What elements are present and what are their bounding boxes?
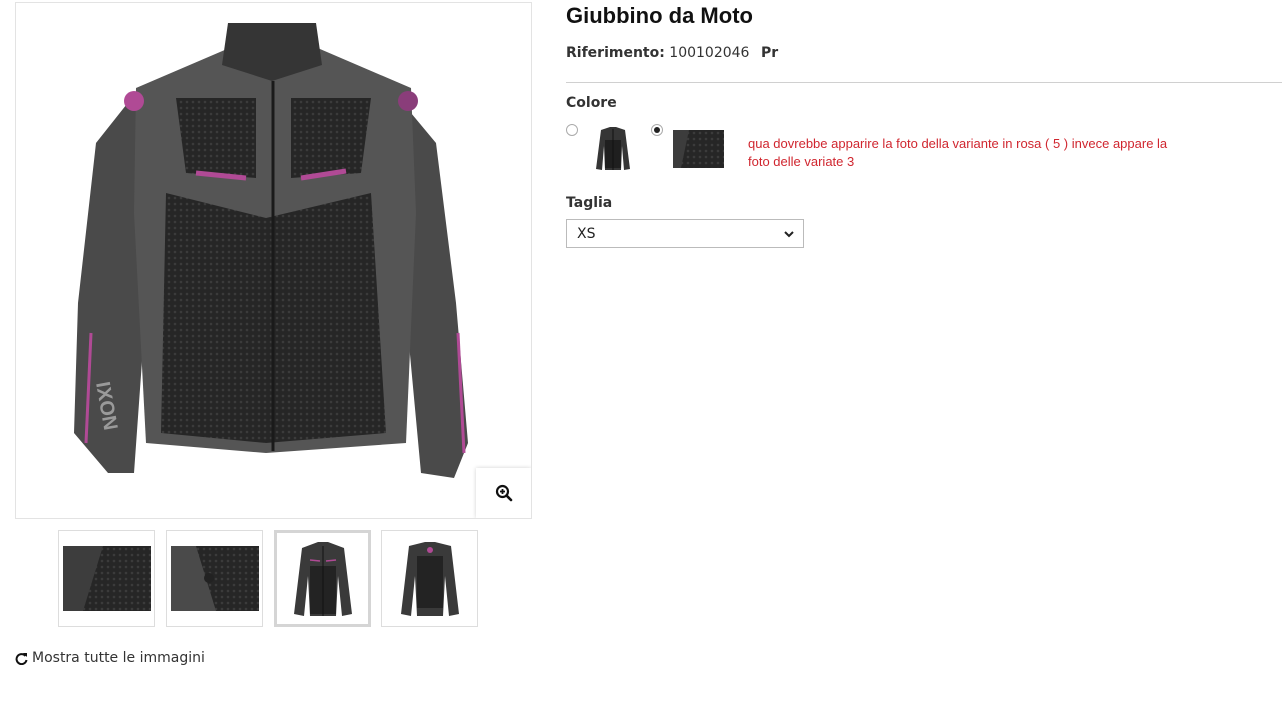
divider bbox=[566, 82, 1282, 83]
reference-value: 100102046 bbox=[669, 45, 750, 61]
refresh-icon bbox=[15, 652, 28, 665]
thumbnail-pocket-detail[interactable] bbox=[166, 530, 263, 627]
zoom-in-icon bbox=[495, 484, 512, 502]
size-select-value: XS bbox=[577, 225, 596, 242]
color-radio-2[interactable] bbox=[651, 124, 663, 136]
reference-row: Riferimento: 100102046 bbox=[566, 45, 749, 61]
zoom-button[interactable] bbox=[476, 468, 531, 518]
color-label: Colore bbox=[566, 95, 617, 111]
show-all-images-link[interactable]: Mostra tutte le immagini bbox=[15, 650, 205, 666]
color-radio-1[interactable] bbox=[566, 124, 578, 136]
size-select[interactable]: XS bbox=[566, 219, 804, 248]
thumbnail-jacket-back[interactable] bbox=[381, 530, 478, 627]
chevron-down-icon bbox=[784, 231, 794, 238]
annotation-note: qua dovrebbe apparire la foto della vari… bbox=[748, 136, 1168, 169]
size-label: Taglia bbox=[566, 195, 613, 211]
color-swatch-mesh[interactable] bbox=[673, 130, 724, 172]
thumbnail-jacket-front[interactable] bbox=[274, 530, 371, 627]
thumbnail-mesh-detail[interactable] bbox=[58, 530, 155, 627]
main-product-image[interactable]: IXON bbox=[15, 2, 532, 519]
reference-overlay bbox=[779, 40, 1199, 70]
title-overlay bbox=[772, 0, 1192, 32]
show-all-label: Mostra tutte le immagini bbox=[32, 650, 205, 666]
jacket-image: IXON bbox=[74, 23, 468, 478]
reference-prefix-partial: Pr bbox=[761, 45, 779, 61]
product-title: Giubbino da Moto bbox=[566, 3, 753, 28]
color-swatch-jacket[interactable] bbox=[592, 124, 634, 176]
reference-label: Riferimento: bbox=[566, 45, 665, 61]
